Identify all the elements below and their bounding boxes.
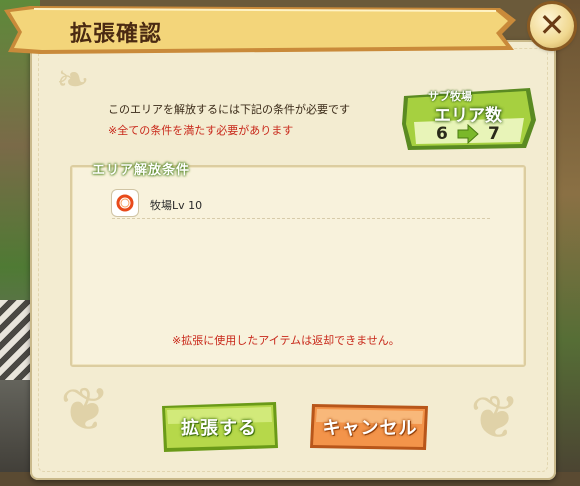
expand-button-label: 拡張する: [181, 418, 257, 439]
area-count-next: 7: [488, 124, 500, 144]
right-arrow-icon: [456, 124, 480, 144]
decorative-swirl: ❦: [470, 383, 521, 453]
decorative-swirl: ❦: [60, 375, 111, 445]
title-banner: 拡張確認: [0, 0, 520, 58]
requirement-note: ※全ての条件を満たす必要があります: [108, 124, 294, 137]
dialog-title: 拡張確認: [70, 22, 163, 47]
non-refundable-warning: ※拡張に使用したアイテムは返却できません。: [172, 334, 400, 347]
conditions-title: エリア解放条件: [92, 163, 191, 178]
area-count-current: 6: [436, 124, 448, 144]
decorative-swirl: ❧: [56, 57, 90, 103]
condition-label: 牧場Lv 10: [150, 199, 203, 212]
requirement-message: このエリアを解放するには下記の条件が必要です: [108, 103, 350, 116]
cancel-button-label: キャンセル: [322, 418, 418, 439]
expand-button[interactable]: 拡張する: [158, 400, 280, 454]
area-count-sign: サブ牧場 エリア数 6 7: [400, 84, 540, 154]
background-scene-right: [554, 0, 580, 486]
cancel-button[interactable]: キャンセル: [308, 400, 432, 454]
close-button[interactable]: ✕: [530, 4, 574, 48]
close-x-icon: ✕: [538, 6, 566, 44]
ranch-level-ring-icon: [112, 190, 138, 216]
condition-item: 牧場Lv 10: [112, 190, 490, 219]
sign-title: エリア数: [434, 106, 502, 126]
